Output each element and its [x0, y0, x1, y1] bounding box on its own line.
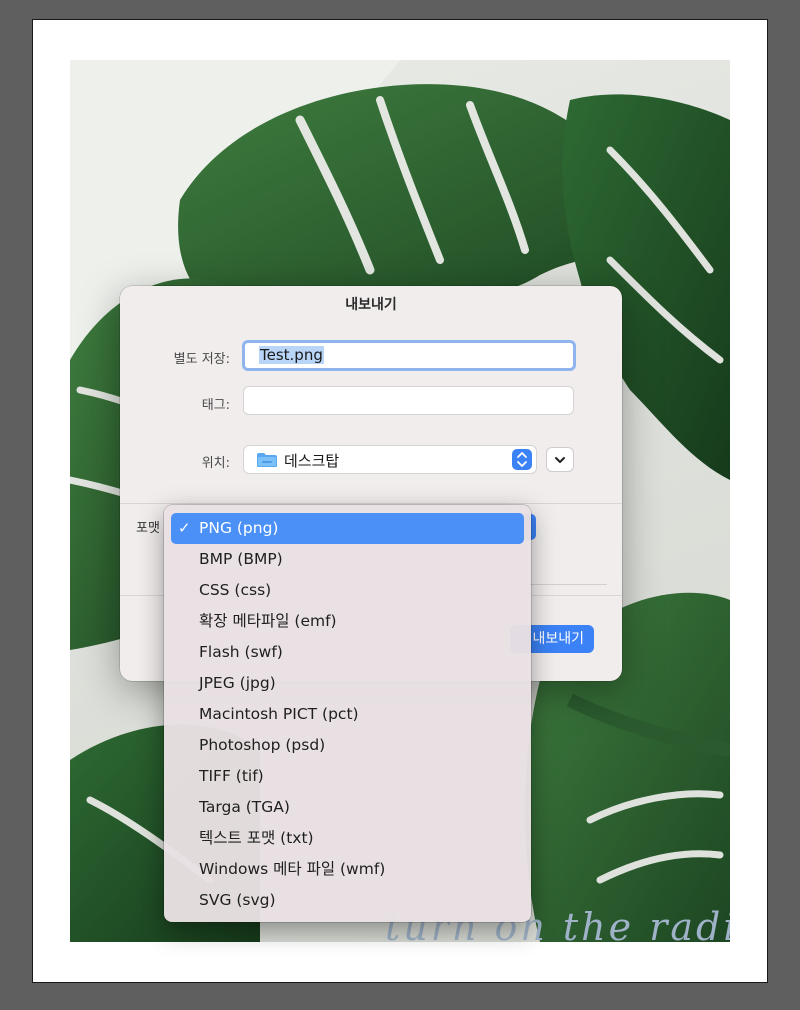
format-option[interactable]: 확장 메타파일 (emf)	[171, 606, 524, 637]
divider	[120, 503, 622, 504]
dialog-title: 내보내기	[345, 297, 397, 313]
format-option[interactable]: CSS (css)	[171, 575, 524, 606]
location-label: 위치:	[201, 456, 230, 471]
save-as-value: Test.png	[259, 346, 324, 364]
expand-button[interactable]	[546, 447, 574, 472]
format-option-label: Photoshop (psd)	[199, 736, 326, 754]
save-as-field[interactable]: Test.png	[242, 340, 576, 371]
format-option-label: PNG (png)	[199, 519, 279, 537]
format-option-label: JPEG (jpg)	[199, 674, 276, 692]
format-option[interactable]: Photoshop (psd)	[171, 730, 524, 761]
format-option-label: 텍스트 포맷 (txt)	[199, 829, 314, 847]
format-option-label: Windows 메타 파일 (wmf)	[199, 860, 386, 878]
format-option[interactable]: Targa (TGA)	[171, 792, 524, 823]
format-option[interactable]: JPEG (jpg)	[171, 668, 524, 699]
format-option[interactable]: Flash (swf)	[171, 637, 524, 668]
format-dropdown-menu: ✓ PNG (png) BMP (BMP) CSS (css) 확장 메타파일 (emf…	[164, 505, 531, 922]
format-option[interactable]: ✓ PNG (png)	[171, 513, 524, 544]
format-option[interactable]: Macintosh PICT (pct)	[171, 699, 524, 730]
format-option[interactable]: BMP (BMP)	[171, 544, 524, 575]
format-option[interactable]: TIFF (tif)	[171, 761, 524, 792]
save-as-label: 별도 저장:	[173, 352, 230, 367]
format-option[interactable]: Windows 메타 파일 (wmf)	[171, 854, 524, 885]
format-option-label: TIFF (tif)	[199, 767, 264, 785]
format-option-label: Targa (TGA)	[199, 798, 290, 816]
folder-icon	[257, 453, 277, 467]
format-option-label: 확장 메타파일 (emf)	[199, 612, 337, 630]
format-option[interactable]: 텍스트 포맷 (txt)	[171, 823, 524, 854]
format-option-label: SVG (svg)	[199, 891, 276, 909]
tags-field[interactable]	[243, 386, 574, 415]
checkmark-icon: ✓	[178, 519, 191, 537]
format-label: 포맷	[136, 521, 160, 536]
format-option[interactable]: SVG (svg)	[171, 885, 524, 916]
location-popup[interactable]: 데스크탑	[243, 445, 537, 474]
format-option-label: Macintosh PICT (pct)	[199, 705, 359, 723]
format-option-label: BMP (BMP)	[199, 550, 283, 568]
format-option-label: CSS (css)	[199, 581, 272, 599]
format-option-label: Flash (swf)	[199, 643, 283, 661]
tags-label: 태그:	[201, 398, 230, 413]
location-value: 데스크탑	[284, 452, 340, 470]
updown-chevron-icon	[512, 449, 532, 470]
chevron-down-icon	[555, 457, 565, 463]
